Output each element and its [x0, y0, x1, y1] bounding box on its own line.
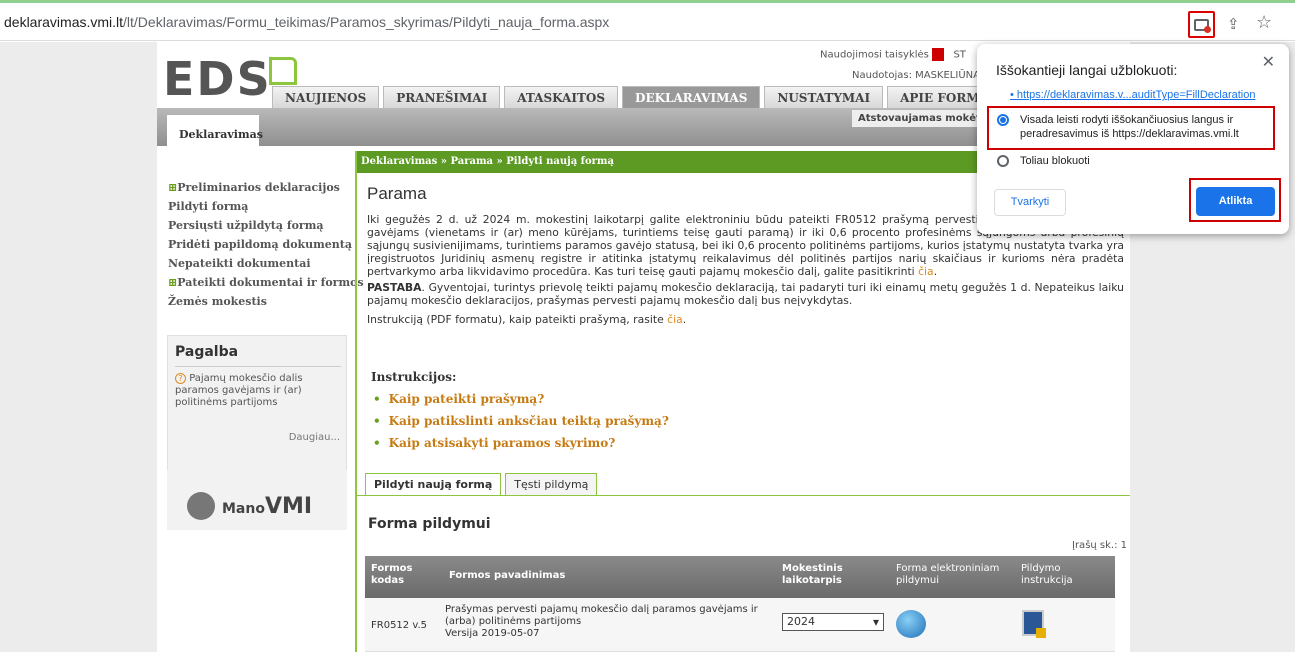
paragraph-2-text: . Gyventojai, turintys prievolę teikti p… [367, 281, 1124, 307]
popup-blocked-dialog: Iššokantieji langai užblokuoti: ✕ • http… [977, 44, 1289, 234]
form-name-cell: Prašymas pervesti pajamų mokesčio dalį p… [445, 604, 775, 640]
instruction-link[interactable]: Kaip patikslinti anksčiau teiktą prašymą… [373, 410, 669, 432]
divider [357, 495, 1130, 496]
word-document-icon[interactable] [1022, 610, 1046, 638]
nav-tab-nustatymai[interactable]: NUSTATYMAI [764, 86, 884, 108]
form-version: Versija 2019-05-07 [445, 628, 540, 639]
note-label: PASTABA [367, 281, 422, 294]
top-link-cut[interactable]: ST [953, 50, 965, 61]
form-code: FR0512 v.5 [371, 620, 428, 631]
table-row: FR0512 v.5 Prašymas pervesti pajamų moke… [365, 598, 1115, 652]
paragraph-2: PASTABA. Gyventojai, turintys prievolę t… [367, 281, 1124, 307]
table-header: Formos kodas Formos pavadinimas Mokestin… [365, 556, 1115, 598]
url-text[interactable]: deklaravimas.vmi.lt/lt/Deklaravimas/Form… [4, 14, 609, 30]
bookmark-star-icon[interactable]: ☆ [1256, 12, 1272, 33]
paragraph-3: Instrukciją (PDF formatu), kaip pateikti… [367, 313, 687, 326]
radio-block[interactable] [997, 155, 1009, 167]
nav-tab-deklaravimas[interactable]: DEKLARAVIMAS [622, 86, 761, 108]
instructions-list: Kaip pateikti prašymą? Kaip patikslinti … [373, 388, 669, 454]
tab-continue[interactable]: Tęsti pildymą [505, 473, 598, 495]
pdf-icon[interactable] [931, 48, 944, 61]
help-item-label[interactable]: Pajamų mokesčio dalis paramos gavėjams i… [175, 373, 303, 408]
paragraph-3-text: Instrukciją (PDF formatu), kaip pateikti… [367, 313, 664, 326]
instruction-link[interactable]: Kaip pateikti prašymą? [373, 388, 669, 410]
period-select[interactable]: 2024 [782, 613, 884, 631]
divider [175, 366, 341, 367]
column-header[interactable]: Formos kodas [371, 563, 431, 587]
address-bar[interactable]: deklaravimas.vmi.lt/lt/Deklaravimas/Form… [0, 3, 1295, 41]
popup-blocked-icon[interactable] [1188, 11, 1215, 38]
sub-tab-deklaravimas[interactable]: Deklaravimas [167, 115, 263, 153]
logo-mark-icon [269, 57, 297, 85]
expand-icon[interactable]: ⊞ [168, 181, 177, 194]
sidebar-item-label[interactable]: Preliminarios deklaracijos [177, 181, 340, 194]
instruction-link[interactable]: Kaip atsisakyti paramos skyrimo? [373, 432, 669, 454]
url-host: deklaravimas.vmi.lt [4, 14, 124, 30]
radio-allow[interactable] [997, 114, 1009, 126]
main-nav: NAUJIENOS PRANEŠIMAI ATASKAITOS DEKLARAV… [272, 86, 1074, 108]
help-title: Pagalba [175, 344, 239, 360]
column-header: Forma elektroniniam pildymui [896, 563, 1000, 586]
column-header: Pildymo instrukcija [1021, 563, 1073, 586]
form-section-title: Forma pildymui [368, 516, 491, 532]
sidebar-item-label[interactable]: Pateikti dokumentai ir formos [177, 276, 363, 289]
sidebar-menu: ⊞Preliminarios deklaracijos Pildyti form… [168, 178, 364, 311]
page-title: Parama [367, 184, 427, 203]
close-icon[interactable]: ✕ [1262, 52, 1275, 71]
manage-button[interactable]: Tvarkyti [994, 189, 1066, 216]
popup-title: Iššokantieji langai užblokuoti: [996, 62, 1178, 78]
mano-suffix: VMI [264, 494, 313, 519]
mano-vmi-banner[interactable]: ManoVMI [167, 470, 347, 530]
sidebar-item-zemes[interactable]: Žemės mokestis [168, 292, 364, 311]
sidebar-item-prideti[interactable]: Pridėti papildomą dokumentą [168, 235, 364, 254]
record-count: Įrašų sk.: 1 [1072, 540, 1128, 551]
more-link[interactable]: Daugiau... [289, 432, 340, 443]
sidebar-item-preliminarios[interactable]: ⊞Preliminarios deklaracijos [168, 178, 364, 197]
done-button[interactable]: Atlikta [1196, 187, 1275, 216]
help-box: Pagalba ? Pajamų mokesčio dalis paramos … [167, 335, 347, 478]
blocked-popup-link[interactable]: • https://deklaravimas.v...auditType=Fil… [1010, 89, 1255, 101]
url-path: /lt/Deklaravimas/Formu_teikimas/Paramos_… [123, 14, 610, 30]
nav-tab-ataskaitos[interactable]: ATASKAITOS [504, 86, 619, 108]
question-icon: ? [175, 373, 186, 384]
tab-new-form[interactable]: Pildyti naują formą [365, 473, 502, 495]
user-label: Naudotojas: MASKELIŪNA [852, 70, 980, 81]
option-block-label[interactable]: Toliau blokuoti [1020, 155, 1090, 167]
mano-vmi-logo-icon [187, 492, 215, 520]
option-allow-label[interactable]: Visada leisti rodyti iššokančiuosius lan… [1020, 113, 1270, 141]
blocked-popup-url[interactable]: https://deklaravimas.v...auditType=FillD… [1017, 89, 1256, 101]
nav-tab-pranesimai[interactable]: PRANEŠIMAI [383, 86, 501, 108]
mano-prefix: Mano [222, 501, 265, 517]
form-tabs: Pildyti naują formą Tęsti pildymą [365, 473, 601, 495]
sidebar-item-pateikti[interactable]: ⊞Pateikti dokumentai ir formos [168, 273, 364, 292]
column-header[interactable]: Mokestinis laikotarpis [782, 563, 872, 587]
eds-logo[interactable]: EDS [163, 52, 272, 106]
sidebar-item-nepateikti[interactable]: Nepateikti dokumentai [168, 254, 364, 273]
column-header[interactable]: Formos pavadinimas [449, 570, 769, 582]
nav-tab-naujienos[interactable]: NAUJIENOS [272, 86, 380, 108]
help-item[interactable]: ? Pajamų mokesčio dalis paramos gavėjams… [175, 373, 345, 409]
check-link[interactable]: čia [918, 265, 934, 278]
globe-icon[interactable] [896, 610, 926, 638]
sidebar-item-pildyti[interactable]: Pildyti formą [168, 197, 364, 216]
rules-link[interactable]: Naudojimosi taisyklės [820, 50, 929, 61]
mano-vmi-text: ManoVMI [222, 494, 312, 519]
expand-icon[interactable]: ⊞ [168, 276, 177, 289]
instructions-title: Instrukcijos: [371, 370, 457, 384]
share-icon[interactable]: ⇪ [1227, 15, 1240, 33]
form-name: Prašymas pervesti pajamų mokesčio dalį p… [445, 604, 758, 627]
top-links: Naudojimosi taisyklės ST [820, 48, 966, 61]
pdf-link[interactable]: čia [667, 313, 683, 326]
sidebar-item-persiusti[interactable]: Persiųsti užpildytą formą [168, 216, 364, 235]
